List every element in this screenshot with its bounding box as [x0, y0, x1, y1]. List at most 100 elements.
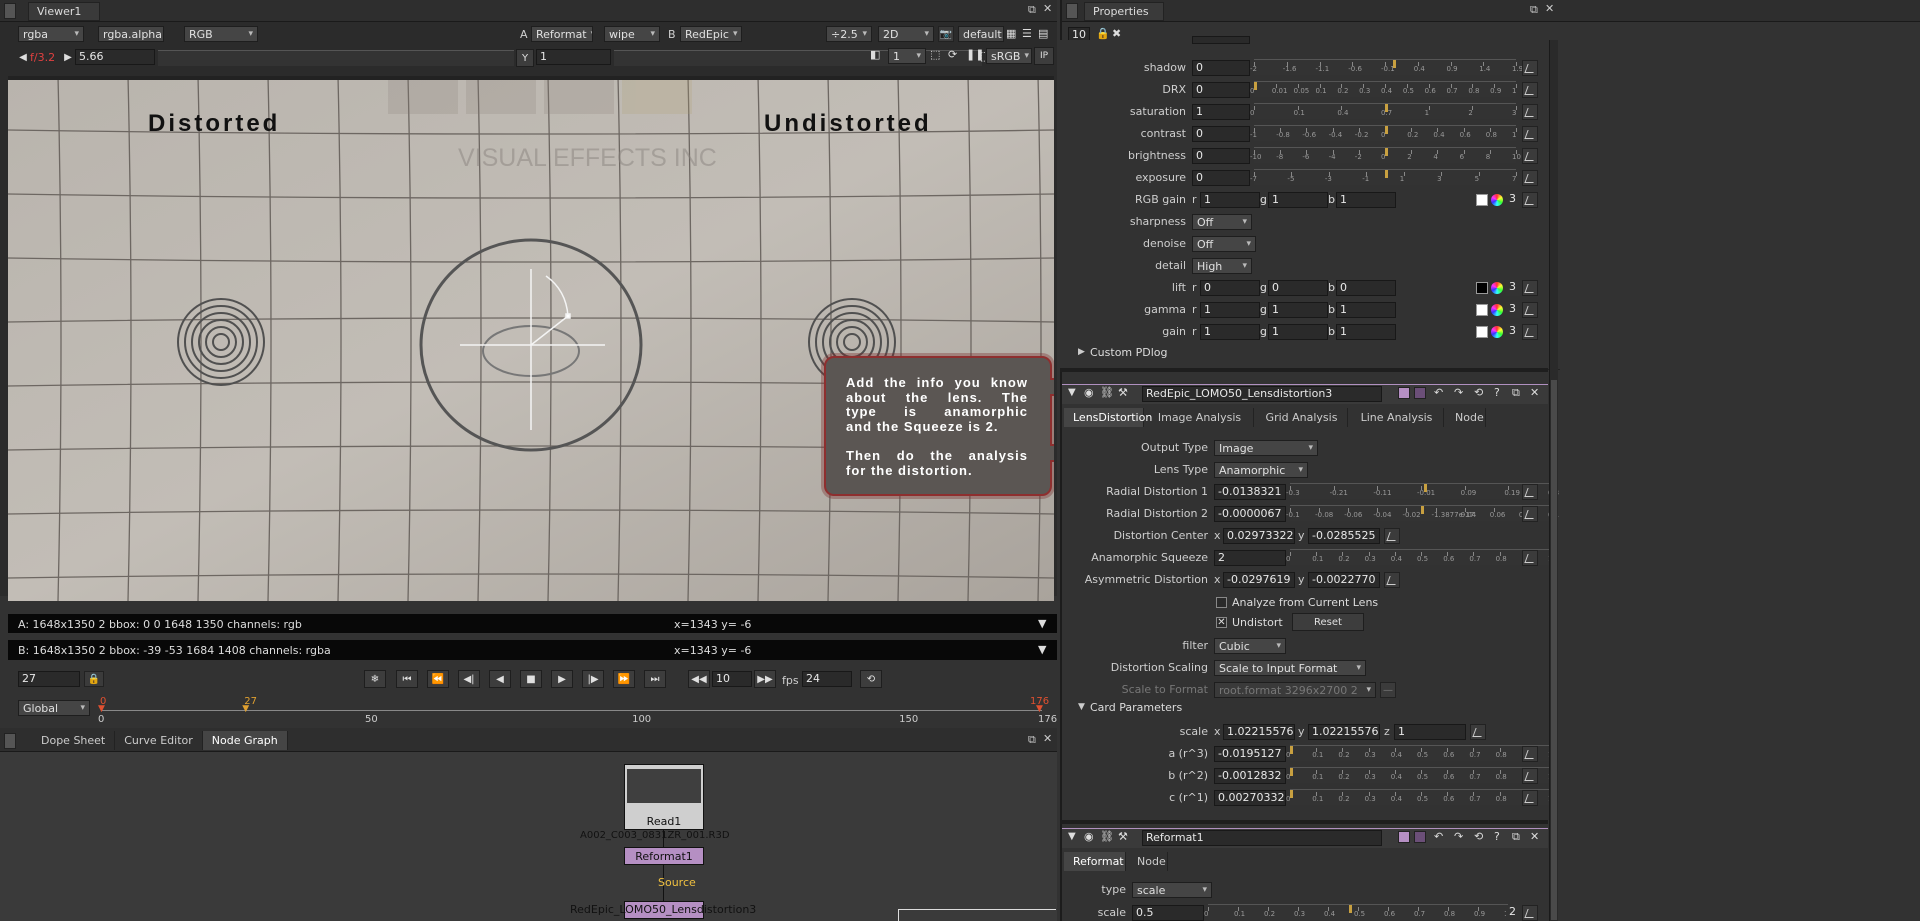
properties-scrollbar[interactable]: [1549, 40, 1558, 921]
denoise-dropdown[interactable]: Off: [1192, 236, 1256, 252]
rgb_gain-swatch[interactable]: [1476, 194, 1488, 206]
play-forward-icon[interactable]: ▶: [551, 670, 573, 688]
collapse-icon[interactable]: ▼: [1068, 831, 1076, 842]
coef-b-field[interactable]: -0.0012832: [1214, 768, 1286, 784]
channels-dropdown[interactable]: rgba: [18, 26, 84, 42]
contrast-slider[interactable]: -1 -0.8 -0.6 -0.4 -0.2 0 0.2 0.4 0.6 0.8 1: [1250, 125, 1517, 141]
undo-icon[interactable]: ↶: [1434, 830, 1443, 843]
lock-icon[interactable]: 🔒: [1096, 27, 1110, 40]
analyze-checkbox[interactable]: [1216, 597, 1227, 608]
coef-c-field[interactable]: 0.00270332: [1214, 790, 1286, 806]
viewer-toggle-icon[interactable]: ◉: [1084, 830, 1094, 843]
viewer-toggle-icon[interactable]: ◉: [1084, 386, 1094, 399]
prev-fstop-icon[interactable]: ◀: [18, 49, 28, 65]
lift-channel-count[interactable]: 3: [1506, 280, 1520, 296]
float-pane-icon[interactable]: ⧉: [1028, 733, 1036, 747]
prev-keyframe-icon[interactable]: ⏪: [427, 670, 449, 688]
animation-menu-icon[interactable]: [1522, 170, 1538, 186]
alpha-dropdown[interactable]: rgba.alpha: [98, 26, 164, 42]
gamma-toggle[interactable]: Y: [516, 49, 534, 67]
downrez-dropdown[interactable]: 1: [888, 48, 926, 64]
step-field[interactable]: 10: [712, 671, 752, 687]
filter-dropdown[interactable]: Cubic: [1214, 638, 1286, 654]
viewer-menu-icon[interactable]: ☰: [1022, 27, 1032, 40]
rgb_gain-color-wheel-icon[interactable]: [1491, 194, 1503, 206]
rd1-field[interactable]: -0.0138321: [1214, 484, 1286, 500]
shadow-slider[interactable]: -2 -1.6 -1.1 -0.6 -0.1 0.4 0.9 1.4 1.9: [1250, 59, 1523, 75]
gamma-r-field[interactable]: 1: [1200, 302, 1260, 318]
tab-node[interactable]: Node: [1446, 408, 1486, 427]
lift-r-field[interactable]: 0: [1200, 280, 1260, 296]
lift-swatch[interactable]: [1476, 282, 1488, 294]
node-name-field[interactable]: RedEpic_LOMO50_Lensdistortion3: [1142, 386, 1382, 402]
gain-slider[interactable]: [158, 50, 514, 66]
node-color-icon-2[interactable]: [1414, 387, 1426, 399]
brightness-field[interactable]: 0: [1192, 148, 1250, 164]
float-pane-icon[interactable]: ⧉: [1530, 3, 1538, 17]
revert-icon[interactable]: ⟲: [1474, 386, 1483, 399]
wipe-dropdown[interactable]: wipe: [604, 26, 660, 42]
viewer-canvas[interactable]: VISUAL EFFECTS INC Distorted Undistorted…: [8, 76, 1054, 601]
tab-image-analysis[interactable]: Image Analysis: [1146, 408, 1254, 427]
rd2-slider[interactable]: -0.1 -0.08 -0.06 -0.04 -0.02 -1.3877e-17 0.04 0…: [1286, 505, 1559, 521]
pane-menu-icon[interactable]: [4, 3, 16, 19]
reformat-scale-slider[interactable]: 00.10.20.30.40.50.60.70.80.91: [1204, 904, 1509, 920]
saturation-slider[interactable]: 0 0.1 0.4 0.7 1 2 3: [1250, 103, 1517, 119]
custom-pdlog-expand-icon[interactable]: ▶: [1078, 347, 1085, 357]
tab-node-graph[interactable]: Node Graph: [202, 731, 288, 750]
custom-pdlog-group[interactable]: Custom PDlog: [1090, 346, 1168, 359]
scale-to-format-dropdown[interactable]: root.format 3296x2700 2: [1214, 682, 1376, 698]
contrast-field[interactable]: 0: [1192, 126, 1250, 142]
lock-range-icon[interactable]: 🔒: [84, 671, 104, 687]
frame-field[interactable]: 27: [18, 671, 80, 687]
rd2-field[interactable]: -0.0000067: [1214, 506, 1286, 522]
reformat-tab-node[interactable]: Node: [1128, 852, 1168, 871]
animation-menu-icon[interactable]: [1522, 60, 1538, 76]
gamma-g-field[interactable]: 1: [1268, 302, 1328, 318]
prev-frame-icon[interactable]: ◀|: [458, 670, 480, 688]
drx-field[interactable]: 0: [1192, 82, 1250, 98]
reformat-type-dropdown[interactable]: scale: [1132, 882, 1212, 898]
default-lut-dropdown[interactable]: default: [958, 26, 1004, 42]
card-parameters-group[interactable]: Card Parameters: [1090, 701, 1182, 714]
gamma-channel-count[interactable]: 3: [1506, 302, 1520, 318]
animation-menu-icon[interactable]: [1522, 746, 1538, 762]
tab-line-analysis[interactable]: Line Analysis: [1350, 408, 1444, 427]
fstop-label[interactable]: f/3.2: [30, 51, 55, 64]
coef-c-slider[interactable]: 00.10.20.30.40.50.60.70.80.91: [1286, 789, 1553, 805]
anamorphic-squeeze-slider[interactable]: 00.10.20.30.40.50.60.70.80.91: [1286, 549, 1553, 565]
gamma-field[interactable]: 1: [536, 49, 611, 65]
exposure-field[interactable]: 0: [1192, 170, 1250, 186]
first-frame-icon[interactable]: ⏮: [396, 670, 418, 688]
animation-menu-icon[interactable]: [1522, 82, 1538, 98]
rgb_gain-b-field[interactable]: 1: [1336, 192, 1396, 208]
brightness-slider[interactable]: -10 -8 -6 -4 -2 0 2 4 6 8 10: [1250, 147, 1521, 163]
rgb_gain-g-field[interactable]: 1: [1268, 192, 1328, 208]
node-color-icon[interactable]: [1398, 831, 1410, 843]
close-icon[interactable]: ✕: [1545, 2, 1554, 15]
viewer-settings-icon[interactable]: ▤: [1038, 27, 1048, 40]
animation-menu-icon[interactable]: [1522, 484, 1538, 500]
timeline-scope-dropdown[interactable]: Global: [18, 700, 90, 716]
help-icon[interactable]: ?: [1494, 830, 1500, 843]
float-pane-icon[interactable]: ⧉: [1028, 3, 1036, 17]
view-2d-dropdown[interactable]: 2D: [878, 26, 934, 42]
center-animation-icon[interactable]: [1384, 528, 1400, 544]
asym-animation-icon[interactable]: [1384, 572, 1400, 588]
coef-b-slider[interactable]: 00.10.20.30.40.50.60.70.80.91: [1286, 767, 1553, 783]
animation-menu-icon[interactable]: [1522, 790, 1538, 806]
overlay-toggle-icon[interactable]: ▦: [1006, 27, 1016, 40]
tab-viewer1[interactable]: Viewer1: [28, 2, 100, 21]
animation-menu-icon[interactable]: [1522, 905, 1538, 921]
fps-field[interactable]: 24: [802, 671, 852, 687]
play-backward-icon[interactable]: ◀: [489, 670, 511, 688]
gain-color-wheel-icon[interactable]: [1491, 326, 1503, 338]
camera-icon[interactable]: 📷: [938, 26, 954, 42]
hidden-field[interactable]: [1192, 36, 1250, 44]
reformat-tab-reformat[interactable]: Reformat: [1064, 852, 1126, 871]
proxy-mode-icon[interactable]: ◧: [870, 48, 880, 61]
undo-icon[interactable]: ↶: [1434, 386, 1443, 399]
lift-g-field[interactable]: 0: [1268, 280, 1328, 296]
gain-g-field[interactable]: 1: [1268, 324, 1328, 340]
asym-x-field[interactable]: -0.0297619: [1223, 572, 1295, 588]
